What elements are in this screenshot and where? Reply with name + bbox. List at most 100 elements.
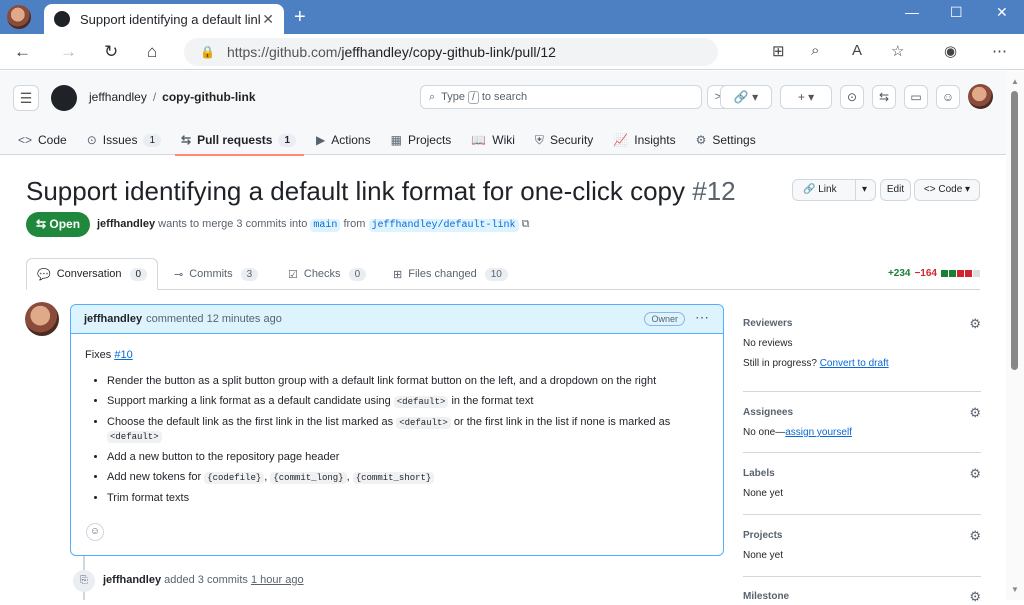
apps-icon[interactable]: ⊞ bbox=[772, 42, 785, 60]
fixes-text: Fixes bbox=[85, 349, 112, 361]
inbox-icon[interactable]: ▭ bbox=[904, 85, 928, 109]
address-bar-row: ← → ↻ ⌂ 🔒 https://github.com/jeffhandley… bbox=[0, 34, 1024, 70]
repo-nav-security[interactable]: ⛨ Security bbox=[535, 127, 593, 153]
repo-nav-code[interactable]: <> Code bbox=[18, 127, 67, 153]
list-item: Add a new button to the repository page … bbox=[107, 451, 709, 464]
new-tab-button[interactable]: + bbox=[294, 6, 306, 29]
gear-icon[interactable]: ⚙ bbox=[969, 466, 981, 482]
chevron-down-icon[interactable]: ▾ bbox=[854, 180, 867, 200]
search-icon: ⌕ bbox=[429, 90, 436, 103]
tab-commits[interactable]: ⊸ Commits 3 bbox=[164, 258, 268, 290]
comment-body: Fixes #10 Render the button as a split b… bbox=[71, 334, 723, 527]
tab-conversation[interactable]: 💬 Conversation 0 bbox=[26, 258, 159, 290]
divider bbox=[743, 391, 981, 392]
timeline-author[interactable]: jeffhandley bbox=[103, 574, 161, 586]
assign-yourself-link[interactable]: assign yourself bbox=[785, 427, 852, 438]
search-input[interactable]: ⌕ Type / to search >_ bbox=[420, 85, 735, 109]
pr-author[interactable]: jeffhandley bbox=[97, 218, 155, 230]
file-diff-icon: ⊞ bbox=[393, 268, 403, 281]
repo-nav-projects[interactable]: ▦ Projects bbox=[391, 127, 452, 153]
close-tab-icon[interactable]: ✕ bbox=[262, 11, 274, 28]
comment-author-avatar[interactable] bbox=[25, 302, 59, 336]
comment-author[interactable]: jeffhandley bbox=[84, 313, 142, 325]
gear-icon[interactable]: ⚙ bbox=[969, 528, 981, 544]
url-field[interactable]: 🔒 https://github.com/jeffhandley/copy-gi… bbox=[184, 38, 718, 66]
repo-nav-wiki[interactable]: 📖 Wiki bbox=[471, 127, 515, 153]
extension-icon[interactable]: ◉ bbox=[944, 42, 957, 60]
zoom-icon[interactable]: ⌕ bbox=[811, 42, 819, 59]
close-window-icon[interactable]: ✕ bbox=[996, 4, 1008, 21]
deletions-count: −164 bbox=[914, 268, 937, 279]
breadcrumb-owner[interactable]: jeffhandley bbox=[89, 90, 147, 104]
favorite-star-icon[interactable]: ☆ bbox=[891, 42, 904, 60]
repo-nav-issues[interactable]: ⊙ Issues 1 bbox=[87, 127, 162, 153]
read-aloud-icon[interactable]: A bbox=[852, 42, 862, 59]
url-path: jeffhandley/copy-github-link/pull/12 bbox=[341, 44, 556, 60]
copilot-link-button[interactable]: 🔗 ▾ bbox=[720, 85, 772, 109]
sidebar-heading: Labels bbox=[743, 468, 775, 479]
search-placeholder-prefix: Type bbox=[441, 91, 466, 103]
comment-timestamp[interactable]: commented 12 minutes ago bbox=[146, 313, 282, 325]
code-dropdown-button[interactable]: <> Code ▾ bbox=[914, 179, 980, 201]
list-item-text: or the first link in the list if none is… bbox=[453, 416, 671, 428]
user-avatar[interactable] bbox=[968, 84, 993, 109]
head-branch[interactable]: jeffhandley/default-link bbox=[368, 219, 519, 232]
table-icon: ▦ bbox=[390, 133, 402, 147]
browser-tab[interactable]: Support identifying a default link ✕ bbox=[44, 4, 284, 34]
shield-icon: ⛨ bbox=[534, 132, 544, 147]
sidebar-value: None yet bbox=[743, 488, 784, 499]
create-new-button[interactable]: + ▾ bbox=[780, 85, 832, 109]
scroll-down-icon[interactable]: ▼ bbox=[1011, 585, 1019, 594]
github-header: ☰ jeffhandley / copy-github-link ⌕ Type / … bbox=[0, 71, 1006, 156]
repo-nav-insights[interactable]: 📈 Insights bbox=[613, 127, 675, 153]
change-list: Render the button as a split button grou… bbox=[85, 375, 709, 505]
issue-link[interactable]: #10 bbox=[114, 349, 132, 361]
scrollbar-thumb[interactable] bbox=[1011, 91, 1018, 370]
convert-to-draft-link[interactable]: Convert to draft bbox=[820, 358, 889, 369]
gear-icon[interactable]: ⚙ bbox=[969, 405, 981, 421]
maximize-icon[interactable]: ☐ bbox=[950, 4, 963, 21]
edit-button[interactable]: Edit bbox=[880, 179, 911, 201]
repo-nav-label: Code bbox=[38, 133, 67, 147]
minimize-icon[interactable]: — bbox=[905, 4, 919, 20]
additions-count: +234 bbox=[887, 268, 911, 279]
list-item-text: Add new tokens for bbox=[107, 471, 202, 483]
pull-requests-icon[interactable]: ⇆ bbox=[872, 85, 896, 109]
copy-link-button[interactable]: 🔗 Link ▾ bbox=[792, 179, 876, 201]
profile-avatar[interactable] bbox=[7, 5, 31, 29]
forward-icon[interactable]: → bbox=[60, 42, 77, 62]
repo-nav-actions[interactable]: ▶ Actions bbox=[316, 127, 371, 153]
repo-nav-pull-requests[interactable]: ⇆ Pull requests 1 bbox=[175, 127, 304, 156]
back-icon[interactable]: ← bbox=[14, 42, 31, 62]
sidebar-heading: Assignees bbox=[743, 407, 794, 418]
add-reaction-icon[interactable]: ☺ bbox=[86, 523, 104, 541]
home-icon[interactable]: ⌂ bbox=[147, 42, 157, 62]
copilot-icon[interactable]: ☺ bbox=[936, 85, 960, 109]
gear-icon[interactable]: ⚙ bbox=[969, 589, 981, 605]
more-menu-icon[interactable]: ⋯ bbox=[992, 42, 1007, 60]
timeline-timestamp[interactable]: 1 hour ago bbox=[251, 574, 304, 586]
hamburger-menu-button[interactable]: ☰ bbox=[13, 85, 39, 111]
issues-icon[interactable]: ⊙ bbox=[840, 85, 864, 109]
github-logo-icon[interactable] bbox=[51, 85, 77, 111]
tab-title: Support identifying a default link bbox=[80, 11, 260, 27]
tab-label: Conversation bbox=[56, 268, 122, 280]
reload-icon[interactable]: ↻ bbox=[104, 42, 118, 62]
kebab-menu-icon[interactable]: ⋯ bbox=[695, 309, 709, 326]
diffstat-block bbox=[965, 270, 972, 277]
search-shortcut-key: / bbox=[468, 90, 479, 104]
graph-icon: 📈 bbox=[613, 133, 629, 147]
search-placeholder-suffix: to search bbox=[481, 91, 528, 103]
repo-nav-label: Pull requests bbox=[197, 133, 273, 147]
list-item: Support marking a link format as a defau… bbox=[107, 395, 709, 409]
page-scrollbar[interactable]: ▲ ▼ bbox=[1006, 71, 1024, 600]
base-branch[interactable]: main bbox=[310, 219, 341, 232]
copy-icon[interactable]: ⧉ bbox=[522, 218, 530, 230]
tab-checks[interactable]: ☑ Checks 0 bbox=[278, 258, 376, 290]
tab-label: Checks bbox=[303, 268, 341, 280]
repo-nav-settings[interactable]: ⚙ Settings bbox=[696, 127, 756, 153]
tab-files-changed[interactable]: ⊞ Files changed 10 bbox=[383, 258, 518, 290]
breadcrumb-repo[interactable]: copy-github-link bbox=[162, 90, 255, 104]
scroll-up-icon[interactable]: ▲ bbox=[1011, 77, 1019, 86]
gear-icon[interactable]: ⚙ bbox=[969, 316, 981, 332]
